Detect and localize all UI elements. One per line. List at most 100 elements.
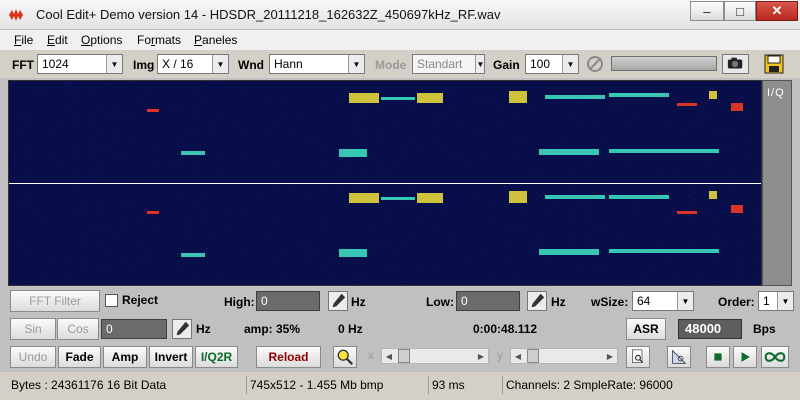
noise-dot <box>86 271 87 272</box>
noise-dot <box>538 196 539 197</box>
chevron-right-icon[interactable]: ▶ <box>603 349 617 363</box>
noise-dot <box>23 119 24 120</box>
noise-dot <box>749 176 750 177</box>
noise-dot <box>9 181 10 182</box>
order-select[interactable]: 1 ▼ <box>758 291 794 311</box>
chevron-right-icon[interactable]: ▶ <box>474 349 488 363</box>
status-bar: Bytes : 24361176 16 Bit Data 745x512 - 1… <box>0 372 800 400</box>
noise-dot <box>501 109 502 110</box>
noise-dot <box>45 176 46 177</box>
wnd-select[interactable]: Hann ▼ <box>269 54 365 74</box>
fft-filter-button[interactable]: FFT Filter <box>10 290 100 312</box>
minimize-button[interactable]: – <box>690 1 724 21</box>
low-input[interactable]: 0 <box>456 291 520 311</box>
menu-paneles[interactable]: Paneles <box>194 33 237 47</box>
noise-dot <box>25 284 26 285</box>
maximize-button[interactable]: □ <box>724 1 756 21</box>
noise-dot <box>302 82 303 83</box>
noise-dot <box>302 119 303 120</box>
preview-button[interactable] <box>626 346 650 368</box>
noise-dot <box>612 109 613 110</box>
noise-dot <box>438 141 439 142</box>
noise-dot <box>422 264 423 265</box>
noise-dot <box>543 240 544 241</box>
sample-rate-input[interactable]: 48000 <box>678 319 742 339</box>
noise-dot <box>545 284 546 285</box>
sin-button[interactable]: Sin <box>10 318 56 340</box>
asr-button[interactable]: ASR <box>626 318 666 340</box>
y-slider[interactable]: ◀ ▶ <box>510 348 618 364</box>
fade-button[interactable]: Fade <box>58 346 101 368</box>
noise-dot <box>595 270 596 271</box>
chevron-left-icon[interactable]: ◀ <box>382 349 396 363</box>
img-select[interactable]: X / 16 ▼ <box>157 54 229 74</box>
zoom-button[interactable] <box>333 346 357 368</box>
noise-dot <box>515 279 516 280</box>
noise-dot <box>175 105 176 106</box>
noise-dot <box>454 152 455 153</box>
iq2r-button[interactable]: I/Q2R <box>195 346 238 368</box>
chevron-left-icon[interactable]: ◀ <box>511 349 525 363</box>
low-eyedropper-button[interactable] <box>527 291 547 311</box>
noise-dot <box>396 267 397 268</box>
noise-dot <box>752 173 753 174</box>
y-slider-thumb[interactable] <box>527 349 539 363</box>
stop-button[interactable] <box>706 346 730 368</box>
noise-dot <box>150 257 151 258</box>
noise-dot <box>740 257 741 258</box>
amp-button[interactable]: Amp <box>103 346 147 368</box>
screenshot-button[interactable] <box>722 54 749 74</box>
noise-dot <box>319 140 320 141</box>
fft-select[interactable]: 1024 ▼ <box>37 54 123 74</box>
noise-dot <box>419 220 420 221</box>
reject-checkbox[interactable] <box>105 294 118 307</box>
invert-button[interactable]: Invert <box>149 346 193 368</box>
wsize-select[interactable]: 64 ▼ <box>632 291 694 311</box>
iq-side-panel[interactable]: I/Q <box>762 80 792 286</box>
noise-dot <box>360 113 361 114</box>
menu-options[interactable]: Options <box>81 33 122 47</box>
noise-dot <box>464 164 465 165</box>
undo-button[interactable]: Undo <box>10 346 56 368</box>
noise-dot <box>291 186 292 187</box>
noise-dot <box>186 132 187 133</box>
x-slider-thumb[interactable] <box>398 349 410 363</box>
noise-dot <box>549 261 550 262</box>
close-button[interactable]: ✕ <box>756 1 798 21</box>
menu-formats[interactable]: Formats <box>137 33 181 47</box>
noise-dot <box>469 160 470 161</box>
frequency-input[interactable]: 0 <box>101 319 167 339</box>
high-eyedropper-button[interactable] <box>328 291 348 311</box>
menu-edit[interactable]: Edit <box>47 33 68 47</box>
noise-dot <box>195 167 196 168</box>
noise-dot <box>634 280 635 281</box>
noise-dot <box>102 161 103 162</box>
noise-dot <box>194 106 195 107</box>
high-input[interactable]: 0 <box>256 291 320 311</box>
noise-dot <box>135 138 136 139</box>
loop-button[interactable] <box>761 346 789 368</box>
save-icon[interactable] <box>764 54 784 74</box>
noise-dot <box>110 84 111 85</box>
noise-dot <box>453 95 454 96</box>
noise-dot <box>450 108 451 109</box>
reload-button[interactable]: Reload <box>256 346 321 368</box>
noise-dot <box>48 262 49 263</box>
play-button[interactable] <box>733 346 757 368</box>
stop-sign-icon[interactable] <box>586 55 604 73</box>
menu-file[interactable]: File <box>14 33 33 47</box>
analyze-button[interactable] <box>667 346 691 368</box>
noise-dot <box>94 149 95 150</box>
noise-dot <box>99 133 100 134</box>
noise-dot <box>141 220 142 221</box>
cos-button[interactable]: Cos <box>57 318 99 340</box>
frequency-eyedropper-button[interactable] <box>172 319 192 339</box>
spectrum-waterfall[interactable] <box>8 80 762 286</box>
gain-select[interactable]: 100 ▼ <box>525 54 579 74</box>
noise-dot <box>604 228 605 229</box>
amplitude-readout: amp: 35% <box>244 322 301 336</box>
noise-dot <box>121 155 122 156</box>
noise-dot <box>197 112 198 113</box>
x-slider[interactable]: ◀ ▶ <box>381 348 489 364</box>
noise-dot <box>494 274 495 275</box>
